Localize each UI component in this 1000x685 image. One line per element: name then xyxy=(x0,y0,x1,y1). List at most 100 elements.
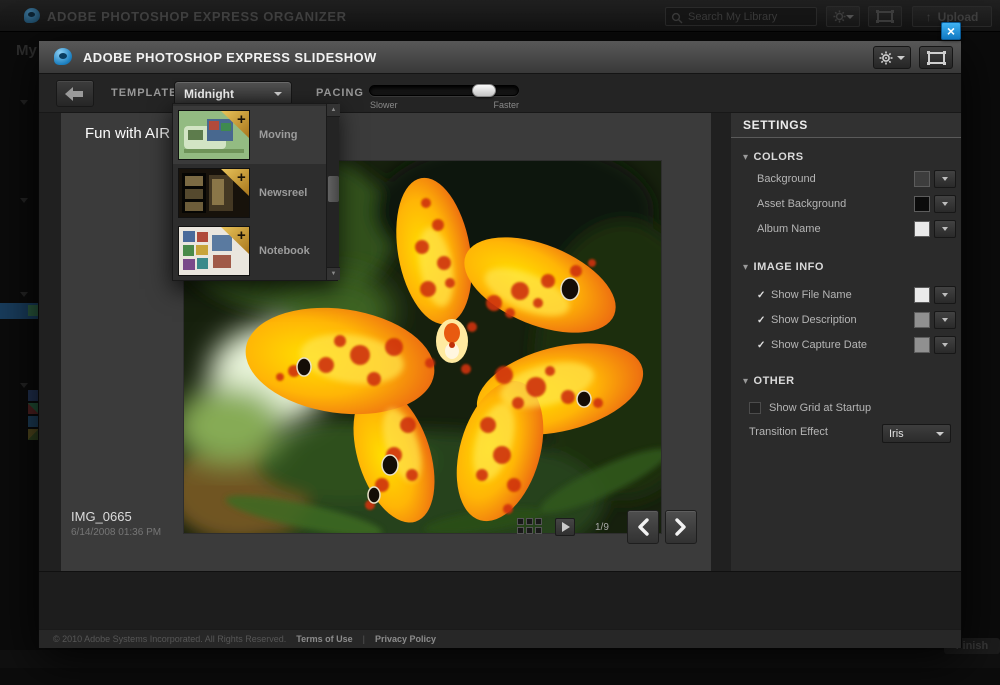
pacing-slider[interactable] xyxy=(369,85,519,96)
dialog-button-bar: Finish xyxy=(39,571,961,629)
template-menu: + Moving + Newsreel xyxy=(172,103,338,281)
bg-tree-disclosure-icon xyxy=(20,292,28,297)
next-slide-button[interactable] xyxy=(665,510,697,544)
checkmark-icon[interactable]: ✓ xyxy=(757,340,765,351)
asset-background-color-dropdown[interactable] xyxy=(934,195,956,213)
terms-of-use-link[interactable]: Terms of Use xyxy=(296,634,352,644)
dialog-header: ADOBE PHOTOSHOP EXPRESS SLIDESHOW xyxy=(39,41,961,74)
disclosure-icon: ▾ xyxy=(743,262,749,273)
back-button[interactable] xyxy=(56,80,94,107)
file-name-color-swatch[interactable] xyxy=(914,287,930,303)
scrollbar-thumb[interactable] xyxy=(328,176,339,202)
svg-text:+: + xyxy=(237,111,246,128)
chevron-down-icon xyxy=(936,432,944,436)
background-color-swatch[interactable] xyxy=(914,171,930,187)
colors-section-header[interactable]: ▾COLORS xyxy=(743,151,804,163)
chevron-down-icon xyxy=(274,92,282,96)
dialog-settings-button[interactable] xyxy=(873,46,911,69)
show-file-name-label[interactable]: Show File Name xyxy=(771,289,852,301)
fullscreen-icon xyxy=(928,52,945,64)
image-info-section-header[interactable]: ▾IMAGE INFO xyxy=(743,261,824,273)
template-option-moving[interactable]: + Moving xyxy=(173,106,326,164)
search-input[interactable] xyxy=(688,11,808,23)
checkmark-icon[interactable]: ✓ xyxy=(757,315,765,326)
checkmark-icon[interactable]: ✓ xyxy=(757,290,765,301)
template-option-label: Moving xyxy=(259,129,298,141)
dialog-footer: © 2010 Adobe Systems Incorporated. All R… xyxy=(39,629,961,648)
slide-counter: 1/9 xyxy=(595,522,609,533)
bg-footer: © 2010 Adobe Systems Incorporated. All R… xyxy=(0,668,1000,685)
show-grid-label[interactable]: Show Grid at Startup xyxy=(769,402,871,414)
template-option-label: Newsreel xyxy=(259,187,307,199)
settings-panel: SETTINGS ▾COLORS Background Asset Backgr… xyxy=(731,113,961,571)
grid-view-button[interactable] xyxy=(517,518,544,536)
app-settings-button[interactable] xyxy=(826,6,860,27)
photoshop-express-logo-icon xyxy=(54,48,72,65)
show-capture-date-label[interactable]: Show Capture Date xyxy=(771,339,867,351)
close-dialog-button[interactable]: × xyxy=(941,22,961,40)
capture-date-color-swatch[interactable] xyxy=(914,337,930,353)
dialog-fullscreen-button[interactable] xyxy=(919,46,953,69)
template-value: Midnight xyxy=(184,87,234,101)
play-button[interactable] xyxy=(555,518,575,536)
template-option-label: Notebook xyxy=(259,245,310,257)
bg-bottom-menu-bar: Edit Share Slideshow Print Remove xyxy=(0,650,1000,668)
disclosure-icon: ▾ xyxy=(743,376,749,387)
svg-text:+: + xyxy=(237,227,246,244)
dialog-title: ADOBE PHOTOSHOP EXPRESS SLIDESHOW xyxy=(83,50,377,65)
scroll-down-icon[interactable]: ▼ xyxy=(327,267,340,280)
svg-text:+: + xyxy=(237,169,246,186)
album-name-color-swatch[interactable] xyxy=(914,221,930,237)
footer-divider: | xyxy=(363,634,365,644)
template-label: TEMPLATE xyxy=(111,87,177,99)
asset-background-color-swatch[interactable] xyxy=(914,196,930,212)
screen: ADOBE PHOTOSHOP EXPRESS ORGANIZER ↑ Uplo… xyxy=(0,0,1000,685)
description-color-swatch[interactable] xyxy=(914,312,930,328)
privacy-policy-link[interactable]: Privacy Policy xyxy=(375,634,436,644)
album-name-color-dropdown[interactable] xyxy=(934,220,956,238)
chevron-right-icon xyxy=(675,518,687,536)
chevron-down-icon xyxy=(846,15,854,19)
play-icon xyxy=(562,522,570,532)
gear-icon xyxy=(879,51,893,65)
chevron-down-icon xyxy=(897,56,905,60)
previous-slide-button[interactable] xyxy=(627,510,659,544)
capture-date: 6/14/2008 01:36 PM xyxy=(71,527,161,538)
description-color-dropdown[interactable] xyxy=(934,311,956,329)
upload-arrow-icon: ↑ xyxy=(926,10,932,24)
background-color-dropdown[interactable] xyxy=(934,170,956,188)
background-color-label: Background xyxy=(757,173,816,185)
slower-label: Slower xyxy=(370,100,398,110)
other-section-header[interactable]: ▾OTHER xyxy=(743,375,795,387)
disclosure-icon: ▾ xyxy=(743,152,749,163)
scroll-up-icon[interactable]: ▲ xyxy=(327,104,340,117)
moving-template-thumbnail: + xyxy=(179,111,249,159)
transition-effect-value: Iris xyxy=(889,428,904,440)
back-arrow-icon xyxy=(64,86,86,102)
chevron-left-icon xyxy=(637,518,649,536)
transition-effect-label: Transition Effect xyxy=(749,426,828,438)
file-name-color-dropdown[interactable] xyxy=(934,286,956,304)
fullscreen-icon xyxy=(877,11,893,22)
capture-date-color-dropdown[interactable] xyxy=(934,336,956,354)
bg-tree-disclosure-icon xyxy=(20,198,28,203)
app-logo-icon xyxy=(24,8,40,23)
settings-header: SETTINGS xyxy=(731,113,961,138)
close-icon: × xyxy=(947,23,955,39)
app-fullscreen-button[interactable] xyxy=(868,6,902,27)
pacing-slider-handle[interactable] xyxy=(472,84,496,97)
show-description-label[interactable]: Show Description xyxy=(771,314,857,326)
app-top-bar: ADOBE PHOTOSHOP EXPRESS ORGANIZER ↑ Uplo… xyxy=(0,0,1000,32)
asset-background-color-label: Asset Background xyxy=(757,198,846,210)
template-menu-scrollbar[interactable]: ▲ ▼ xyxy=(326,104,339,280)
slideshow-stage: Fun with AIR xyxy=(61,113,711,571)
show-grid-checkbox[interactable] xyxy=(749,402,761,414)
transition-effect-dropdown[interactable]: Iris xyxy=(882,424,951,443)
app-title: ADOBE PHOTOSHOP EXPRESS ORGANIZER xyxy=(47,9,347,24)
template-option-notebook[interactable]: + Notebook xyxy=(173,222,326,280)
album-name-color-label: Album Name xyxy=(757,223,821,235)
bg-sidebar-title: My xyxy=(16,42,37,59)
template-option-newsreel[interactable]: + Newsreel xyxy=(173,164,326,222)
search-box[interactable] xyxy=(665,7,817,26)
gear-icon xyxy=(833,10,846,23)
